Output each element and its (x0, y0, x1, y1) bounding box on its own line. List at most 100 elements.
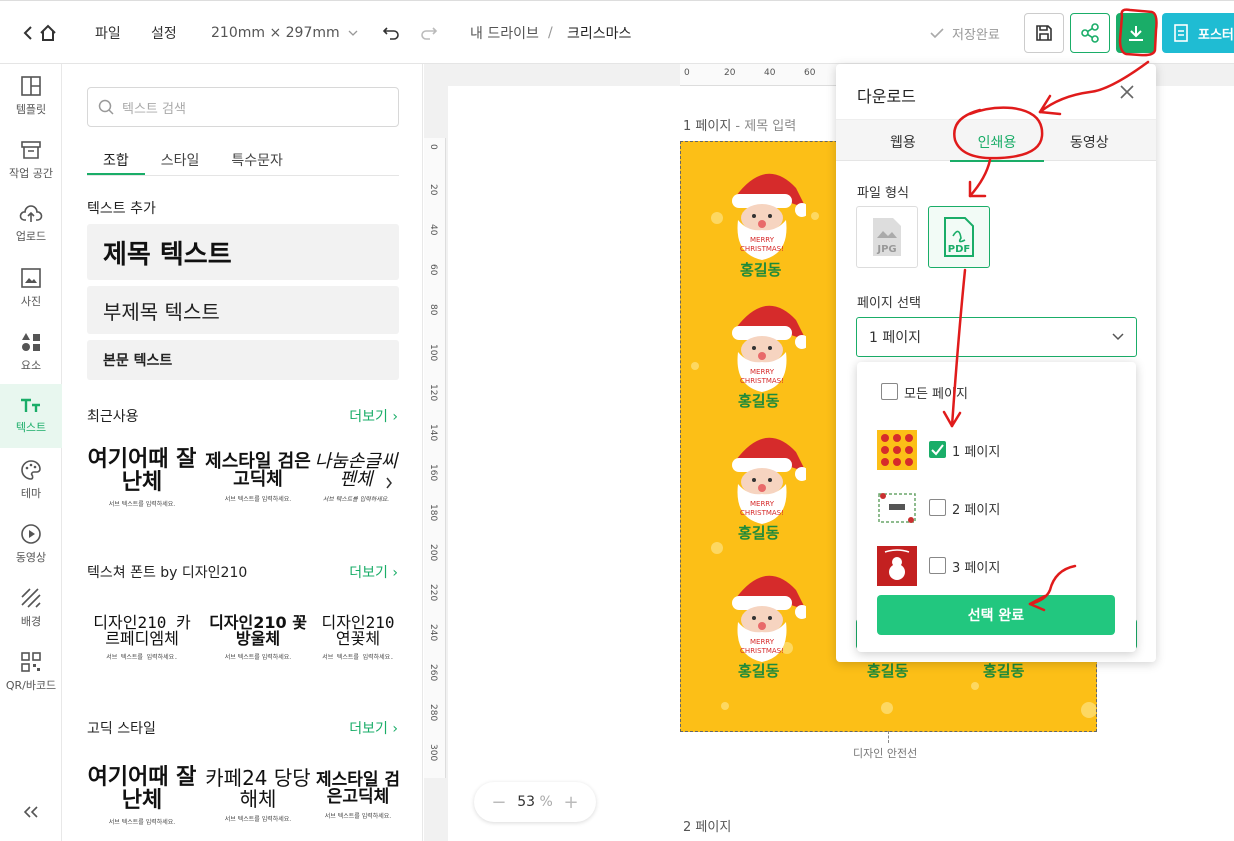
font-sample[interactable]: 여기어때 잘난체 서브 텍스트를 입력하세요. (87, 438, 197, 518)
santa-text: MERRY (750, 368, 775, 376)
breadcrumb-root[interactable]: 내 드라이브 (470, 1, 539, 65)
menu-settings[interactable]: 설정 (151, 1, 177, 65)
download-tabs: 웹용 인쇄용 동영상 (836, 119, 1156, 162)
nav-templates[interactable]: 템플릿 (0, 64, 62, 128)
font-sample-caption: 서브 텍스트를 입력하세요. (108, 818, 176, 826)
tab-web[interactable]: 웹용 (890, 132, 916, 152)
santa-text: CHRISTMAS! (740, 509, 784, 517)
nav-label: 동영상 (15, 551, 47, 564)
format-pdf-option[interactable]: PDF (928, 206, 990, 268)
nav-label: 업로드 (15, 230, 47, 243)
pdf-label: PDF (948, 244, 970, 255)
font-sample[interactable]: 제스타일 검은고딕체 서브 텍스트를 입력하세요. (313, 756, 403, 836)
ruler-label: 260 (428, 664, 438, 682)
nav-theme[interactable]: 테마 (0, 448, 62, 512)
home-icon[interactable] (38, 1, 58, 65)
tab-video[interactable]: 동영상 (1070, 132, 1109, 152)
page1-checkbox[interactable] (929, 441, 946, 458)
ruler-label: 0 (684, 68, 690, 78)
decor-dot (711, 212, 723, 224)
recent-more-link[interactable]: 더보기 › (349, 406, 398, 426)
collapse-icon[interactable] (22, 804, 40, 823)
nav-label: 테마 (20, 487, 42, 500)
add-body-button[interactable]: 본문 텍스트 (87, 340, 399, 380)
hatch-icon (21, 588, 41, 608)
nav-elements[interactable]: 요소 (0, 320, 62, 384)
font-sample[interactable]: 디자인210 꽃방울체 서브 텍스트를 입력하세요. (203, 598, 313, 678)
nav-workspace[interactable]: 작업 공간 (0, 128, 62, 192)
chevron-down-icon (348, 30, 358, 36)
page1-thumbnail (877, 430, 917, 470)
back-icon[interactable] (22, 1, 34, 65)
font-sample-label: 디자인210 카르페디엠체 (93, 612, 191, 649)
nav-background[interactable]: 배경 (0, 576, 62, 640)
download-button[interactable] (1116, 13, 1156, 53)
font-sample-label: 카페24 당당해체 (205, 766, 311, 812)
page-select-label: 페이지 선택 (857, 296, 921, 311)
zoom-in-button[interactable]: + (564, 792, 579, 813)
page1-label[interactable]: 1 페이지 - 제목 입력 (683, 115, 796, 134)
palette-icon (21, 460, 41, 480)
nav-text[interactable]: 텍스트 (0, 384, 62, 448)
font-sample[interactable]: 카페24 당당해체 서브 텍스트를 입력하세요. (203, 756, 313, 836)
font-sample[interactable]: 디자인210 카르페디엠체서브 텍스트를 입력하세요. (87, 598, 197, 678)
nav-video[interactable]: 동영상 (0, 512, 62, 576)
page-select-dropdown[interactable]: 1 페이지 (856, 317, 1137, 357)
font-sample[interactable]: 제스타일 검은고딕체 서브 텍스트를 입력하세요. (203, 438, 313, 518)
add-heading-button[interactable]: 제목 텍스트 (87, 224, 399, 280)
nav-qr[interactable]: QR/바코드 (0, 640, 62, 704)
nav-photos[interactable]: 사진 (0, 256, 62, 320)
ruler-label: 40 (764, 68, 776, 78)
page2-checkbox[interactable] (929, 499, 946, 516)
font-sample[interactable]: 디자인210 연꽃체 서브 텍스트를 입력하세요. (313, 598, 403, 678)
ruler-label: 60 (428, 264, 438, 276)
tab-style[interactable]: 스타일 (145, 144, 216, 175)
breadcrumb-current: 크리스마스 (567, 26, 632, 42)
undo-icon[interactable] (382, 1, 400, 65)
page-dropdown: 모든 페이지 1 페이지 2 페이지 3 페이지 선택 완료 (857, 362, 1136, 652)
close-icon[interactable] (1120, 84, 1134, 103)
tab-print[interactable]: 인쇄용 (950, 120, 1044, 162)
texture-more-link[interactable]: 더보기 › (349, 562, 398, 582)
zoom-control: − 53 % + (474, 782, 596, 822)
gothic-more-link[interactable]: 더보기 › (349, 718, 398, 738)
save-button[interactable] (1024, 13, 1064, 53)
confirm-selection-button[interactable]: 선택 완료 (877, 595, 1115, 635)
font-sample-caption: 서브 텍스트를 입력하세요. (106, 654, 178, 662)
page-size-select[interactable]: 210mm × 297mm (211, 1, 358, 65)
search-input[interactable]: 텍스트 검색 (87, 87, 399, 127)
ruler-label: 280 (428, 704, 438, 722)
all-pages-checkbox[interactable] (881, 383, 898, 400)
page3-checkbox[interactable] (929, 557, 946, 574)
zoom-out-button[interactable]: − (491, 792, 506, 813)
redo-icon[interactable] (420, 1, 438, 65)
page2-option-label: 2 페이지 (952, 503, 1001, 518)
chevron-right-icon[interactable] (385, 474, 393, 493)
share-button[interactable] (1070, 13, 1110, 53)
format-jpg-option[interactable]: JPG (856, 206, 918, 268)
recent-title: 최근사용 (87, 409, 139, 425)
page2-label[interactable]: 2 페이지 (683, 816, 731, 835)
tab-special-chars[interactable]: 특수문자 (215, 144, 299, 175)
document-icon (1174, 24, 1188, 42)
name-text: 홍길동 (738, 392, 780, 410)
font-sample-caption: 서브 텍스트를 입력하세요. (224, 496, 292, 504)
nav-upload[interactable]: 업로드 (0, 192, 62, 256)
santa-text: MERRY (750, 500, 775, 508)
ruler-label: 180 (428, 504, 438, 522)
page-title-input[interactable]: - 제목 입력 (731, 119, 796, 134)
font-sample[interactable]: 여기어때 잘난체 서브 텍스트를 입력하세요. (87, 756, 197, 836)
tab-combination[interactable]: 조합 (87, 144, 145, 175)
add-subheading-button[interactable]: 부제목 텍스트 (87, 286, 399, 334)
nav-label: 배경 (20, 615, 42, 628)
zoom-value[interactable]: 53 % (517, 794, 553, 810)
page3-option-label: 3 페이지 (952, 561, 1001, 576)
poster-button[interactable]: 포스터 (1162, 13, 1234, 53)
menu-file[interactable]: 파일 (95, 1, 121, 65)
ruler-label: 240 (428, 624, 438, 642)
name-text: 홍길동 (983, 662, 1025, 680)
floppy-icon (1036, 25, 1052, 41)
page2-thumbnail (877, 488, 917, 528)
gothic-title: 고딕 스타일 (87, 721, 156, 737)
decor-dot (711, 542, 723, 554)
